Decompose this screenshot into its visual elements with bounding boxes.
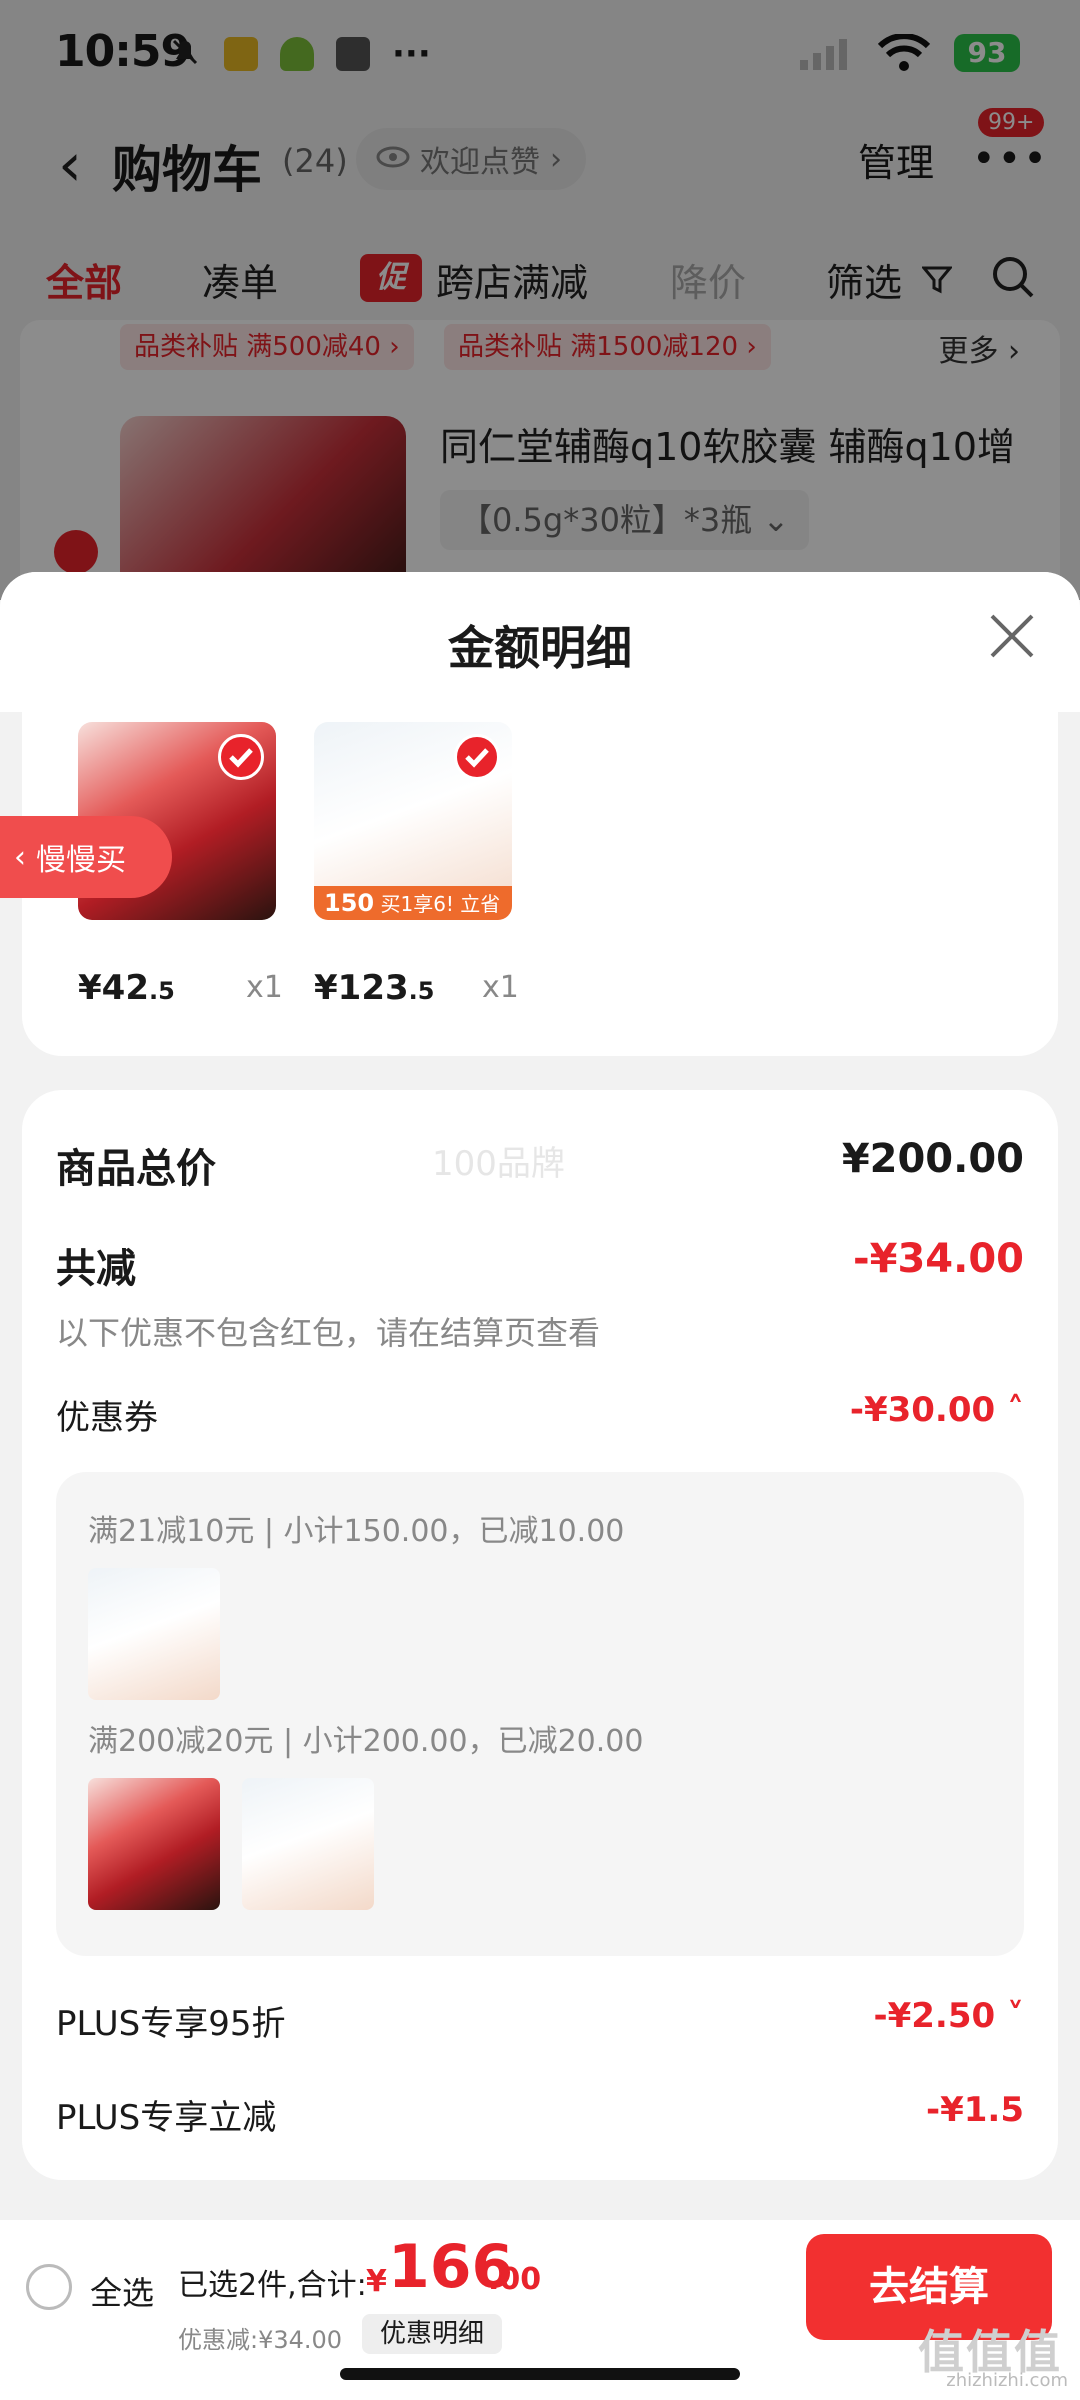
coupon-label: 优惠券 [56,1398,158,1438]
chevron-left-icon: ‹ [14,839,26,875]
total-reduce-label: 共减 [56,1246,136,1292]
home-indicator[interactable] [340,2368,740,2380]
selected-item[interactable]: 150 买1享6! 立省125元 [314,722,512,920]
selected-items-strip: 150 买1享6! 立省125元 ¥42.5 x1 ¥123.5 x1 [22,712,1058,1056]
total-currency: ¥ [366,2264,387,2299]
total-reduce-value: -¥34.00 [853,1236,1024,1282]
slow-buy-label: 慢慢买 [36,843,126,878]
product-thumbnail: 150 买1享6! 立省125元 [314,722,512,920]
item-price-int: ¥123 [314,968,409,1008]
item-price-decimal: .5 [408,977,435,1005]
coupon-product-thumbnail [88,1778,220,1910]
site-url-watermark: zhizhizhi.com [946,2370,1068,2391]
selected-summary: 已选2件,合计: [178,2268,367,2303]
total-decimal: .00 [488,2262,542,2297]
sheet-title: 金额明细 [448,621,632,675]
checkout-bar: 全选 已选2件,合计: ¥ 166 .00 优惠减:¥34.00 优惠明细 去结… [0,2220,1080,2400]
check-icon [218,734,264,780]
check-icon [454,734,500,780]
coupon-value[interactable]: -¥30.00 ˄ [850,1390,1024,1430]
select-all-radio[interactable] [26,2264,72,2310]
item-price-int: ¥42 [78,968,149,1008]
goods-total-label: 商品总价 [56,1146,216,1192]
coupon-rule: 满21减10元 | 小计150.00，已减10.00 [88,1514,625,1549]
close-icon[interactable] [984,608,1040,664]
plus95-value[interactable]: -¥2.50 ˅ [874,1996,1025,2036]
select-all-label[interactable]: 全选 [90,2268,154,2314]
plus-cut-label: PLUS专享立减 [56,2098,277,2138]
item-quantity: x1 [246,970,283,1005]
item-price: ¥42.5 [78,968,175,1008]
product-promo-tag: 150 买1享6! 立省125元 [314,886,512,920]
goods-total-value: ¥200.00 [841,1136,1024,1182]
item-price-decimal: .5 [148,977,175,1005]
slow-buy-tab[interactable]: ‹ 慢慢买 [0,816,172,898]
coupon-product-thumbnail [242,1778,374,1910]
modal-overlay[interactable] [0,0,1080,600]
discount-note: 以下优惠不包含红包，请在结算页查看 [56,1314,601,1352]
plus95-label: PLUS专享95折 [56,2004,286,2044]
coupon-product-thumbnail [88,1568,220,1700]
coupon-rule: 满200减20元 | 小计200.00，已减20.00 [88,1724,644,1759]
item-quantity: x1 [482,970,519,1005]
sheet-header: 金额明细 [0,572,1080,712]
coupon-detail-box: 满21减10元 | 小计150.00，已减10.00 满200减20元 | 小计… [56,1472,1024,1956]
brand-watermark: 100品牌 [432,1144,565,1184]
discount-amount: 优惠减:¥34.00 [178,2326,343,2354]
promo-tag-number: 150 [324,889,375,917]
item-price: ¥123.5 [314,968,434,1008]
amount-detail-sheet: 金额明细 150 买1享6! 立省125元 ¥42.5 x1 ¥123.5 x1 [0,572,1080,2220]
price-summary-card: 100品牌 商品总价 ¥200.00 共减 -¥34.00 以下优惠不包含红包，… [22,1090,1058,2180]
plus-cut-value: -¥1.5 [926,2090,1024,2130]
discount-detail-button[interactable]: 优惠明细 [362,2314,503,2354]
